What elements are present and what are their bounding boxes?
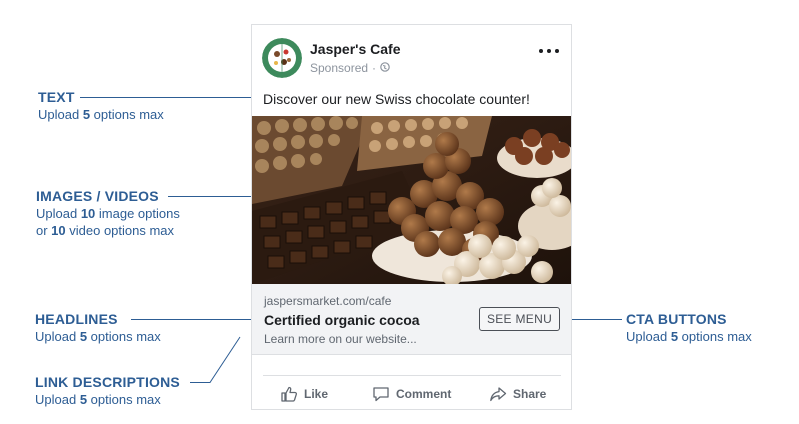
ad-image[interactable]: [252, 116, 571, 284]
actions-divider: [263, 375, 561, 376]
link-headline: Certified organic cocoa: [264, 312, 420, 328]
sponsored-label: Sponsored ·: [310, 61, 390, 75]
avatar[interactable]: [262, 38, 302, 78]
ad-primary-text: Discover our new Swiss chocolate counter…: [263, 91, 530, 107]
comment-label: Comment: [396, 387, 452, 401]
more-options-icon[interactable]: [539, 44, 559, 58]
like-button[interactable]: Like: [280, 383, 328, 405]
page-name[interactable]: Jasper's Cafe: [310, 41, 401, 57]
comment-bubble-icon: [372, 385, 390, 403]
link-domain: jaspersmarket.com/cafe: [264, 294, 392, 308]
leader-line-link-descriptions: [190, 336, 241, 383]
globe-icon: [380, 61, 390, 75]
ad-card: Jasper's Cafe Sponsored · Discover our n…: [251, 24, 572, 410]
thumbs-up-icon: [280, 385, 298, 403]
cta-button[interactable]: SEE MENU: [479, 307, 560, 331]
link-preview[interactable]: jaspersmarket.com/cafe Certified organic…: [252, 284, 571, 355]
link-description: Learn more on our website...: [264, 332, 417, 346]
comment-button[interactable]: Comment: [372, 383, 451, 405]
share-label: Share: [513, 387, 547, 401]
chocolate-display-photo: [252, 116, 571, 284]
share-arrow-icon: [489, 385, 507, 403]
like-label: Like: [304, 387, 329, 401]
share-button[interactable]: Share: [489, 383, 546, 405]
